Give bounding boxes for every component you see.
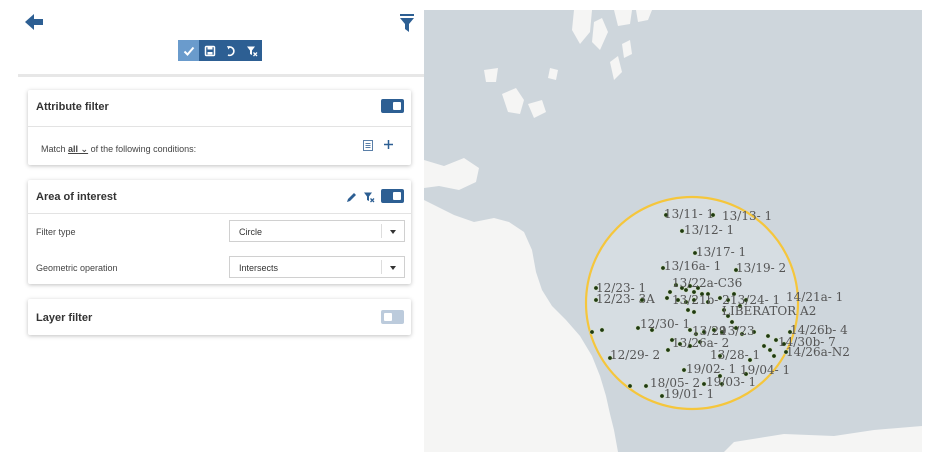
filter-toolbar	[178, 40, 262, 61]
chevron-down-icon	[390, 230, 396, 234]
well-label: 13/22a-C36	[672, 276, 742, 290]
geometric-operation-label: Geometric operation	[36, 263, 118, 273]
attribute-filter-toggle[interactable]	[381, 99, 404, 113]
area-of-interest-title: Area of interest	[36, 191, 117, 203]
area-of-interest-card: Area of interest Filter type Circle Geom…	[28, 180, 411, 284]
layer-filter-title: Layer filter	[36, 312, 93, 324]
filter-panel: Attribute filter Match all ⌄ of the foll…	[0, 0, 424, 475]
save-icon	[204, 45, 215, 56]
map-view[interactable]: 13/11- 1 13/13- 1 13/12- 1 13/17- 1 13/1…	[424, 10, 922, 452]
geometric-operation-select[interactable]: Intersects	[229, 256, 405, 278]
undo-icon	[226, 45, 235, 56]
clear-filter-button[interactable]	[241, 40, 262, 61]
reset-filter-button[interactable]	[220, 40, 241, 61]
clear-area-filter-icon[interactable]	[362, 190, 376, 204]
well-label: 13/13- 1	[722, 209, 772, 223]
well-label: 14/21a- 1	[786, 290, 843, 304]
attribute-filter-title: Attribute filter	[36, 101, 109, 113]
check-icon	[183, 46, 194, 56]
filter-funnel-icon[interactable]	[396, 12, 418, 34]
well-label: 12/23- 3A	[596, 292, 655, 306]
filter-type-label: Filter type	[36, 227, 76, 237]
attribute-filter-card: Attribute filter Match all ⌄ of the foll…	[28, 90, 411, 165]
well-label: 13/12- 1	[684, 223, 734, 237]
list-conditions-icon[interactable]	[361, 138, 375, 152]
well-label: 12/29- 2	[610, 348, 660, 362]
area-of-interest-toggle[interactable]	[381, 189, 404, 203]
match-conditions-row: Match all ⌄ of the following conditions:	[41, 144, 196, 155]
match-selector[interactable]: all ⌄	[68, 144, 88, 154]
well-label: 13/16a- 1	[664, 259, 721, 273]
match-suffix: of the following conditions:	[90, 144, 197, 154]
well-label: LIBERATOR A2	[722, 304, 816, 318]
save-filter-button[interactable]	[199, 40, 220, 61]
chevron-down-icon	[390, 266, 396, 270]
toolbar-divider	[18, 74, 424, 77]
well-label: 19/02- 1	[686, 362, 736, 376]
clear-filter-icon	[246, 46, 257, 56]
well-label: 13/19- 2	[736, 261, 786, 275]
well-label: 12/30- 1	[640, 317, 690, 331]
well-label: 13/17- 1	[696, 245, 746, 259]
map-canvas: 13/11- 1 13/13- 1 13/12- 1 13/17- 1 13/1…	[424, 10, 922, 452]
layer-filter-card: Layer filter	[28, 299, 411, 335]
well-label: 13/28- 1	[710, 348, 760, 362]
layer-filter-toggle[interactable]	[381, 310, 404, 324]
pencil-icon[interactable]	[344, 190, 358, 204]
well-label: 14/26a-N2	[786, 345, 850, 359]
back-arrow-icon[interactable]	[22, 10, 48, 34]
add-condition-icon[interactable]	[381, 137, 395, 151]
filter-type-select[interactable]: Circle	[229, 220, 405, 242]
match-prefix: Match	[41, 144, 66, 154]
well-label: 19/01- 1	[664, 387, 714, 401]
apply-filter-button[interactable]	[178, 40, 199, 61]
well-label: 13/11- 1	[664, 207, 714, 221]
